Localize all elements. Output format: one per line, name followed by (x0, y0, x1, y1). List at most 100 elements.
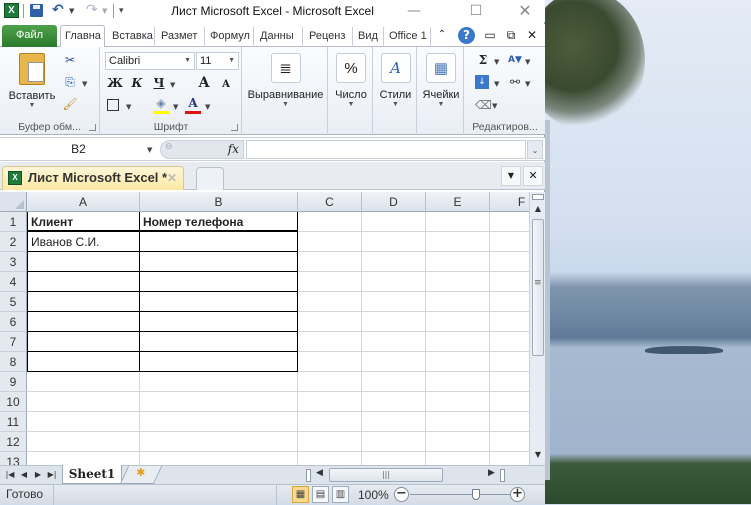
row-header-3[interactable]: 3 (0, 252, 27, 272)
cell-a5[interactable] (27, 292, 140, 312)
row-header-13[interactable]: 13 (0, 452, 27, 465)
insert-function-button[interactable]: fx (228, 142, 239, 156)
cell-d3[interactable] (362, 252, 426, 272)
cell-a4[interactable] (27, 272, 140, 292)
autosum-icon[interactable]: Σ (475, 52, 491, 68)
help-icon[interactable]: ? (458, 27, 475, 44)
insert-sheet-button[interactable]: ✱ (119, 466, 163, 484)
sort-filter-icon[interactable]: A▼ (507, 52, 523, 68)
cell-b3[interactable] (140, 252, 298, 272)
tab-list-dropdown-icon[interactable]: ▼ (501, 166, 521, 186)
tab-file[interactable]: Файл (2, 25, 57, 47)
cell-d2[interactable] (362, 232, 426, 252)
row-header-9[interactable]: 9 (0, 372, 27, 392)
prev-sheet-icon[interactable]: ◀ (18, 468, 30, 482)
row-header-6[interactable]: 6 (0, 312, 27, 332)
cell-d12[interactable] (362, 432, 426, 452)
copy-icon[interactable]: ⎘ (62, 74, 78, 90)
clear-icon[interactable]: ⌫ (475, 97, 492, 113)
cell-c4[interactable] (298, 272, 362, 292)
scroll-left-icon[interactable]: ◀ (316, 468, 323, 478)
name-box[interactable]: B2 (2, 140, 155, 159)
zoom-slider-thumb[interactable] (472, 489, 480, 500)
scroll-down-icon[interactable]: ▼ (530, 448, 546, 462)
cell-d1[interactable] (362, 212, 426, 232)
select-all-button[interactable] (0, 192, 27, 212)
tab-home[interactable]: Главна (60, 25, 105, 48)
cell-f1[interactable] (490, 212, 529, 232)
tab-office[interactable]: Office 1 (385, 27, 431, 47)
scroll-right-icon[interactable]: ▶ (488, 468, 495, 478)
number-button[interactable]: % Число ▼ (329, 53, 373, 108)
cell-a10[interactable] (27, 392, 140, 412)
tab-insert[interactable]: Вставка (108, 27, 155, 47)
cell-b5[interactable] (140, 292, 298, 312)
styles-button[interactable]: A Стили ▼ (374, 53, 417, 108)
doc-minimize-icon[interactable]: ▭ (482, 27, 498, 43)
cell-b9[interactable] (140, 372, 298, 392)
cell-a11[interactable] (27, 412, 140, 432)
cell-a1[interactable]: Клиент (27, 212, 140, 232)
find-select-icon[interactable]: ⚯ (507, 74, 523, 90)
cell-a8[interactable] (27, 352, 140, 372)
font-size-select[interactable]: 11 ▼ (196, 52, 239, 70)
fill-color-dropdown-icon[interactable]: ▼ (173, 103, 178, 111)
column-header-e[interactable]: E (426, 192, 490, 212)
cell-c10[interactable] (298, 392, 362, 412)
cell-c12[interactable] (298, 432, 362, 452)
formula-input[interactable] (246, 140, 526, 159)
fill-dropdown-icon[interactable]: ▼ (494, 80, 499, 88)
fill-icon[interactable]: ↓ (475, 75, 489, 89)
underline-button[interactable]: Ч (151, 75, 167, 91)
cell-c8[interactable] (298, 352, 362, 372)
cell-d9[interactable] (362, 372, 426, 392)
cell-b11[interactable] (140, 412, 298, 432)
expand-formula-bar-icon[interactable]: ⌄ (527, 140, 543, 159)
italic-button[interactable]: К (129, 75, 145, 91)
cell-a7[interactable] (27, 332, 140, 352)
horizontal-scrollbar[interactable]: ◀ ||| ▶ (306, 467, 539, 483)
underline-dropdown-icon[interactable]: ▼ (170, 81, 175, 89)
cell-e6[interactable] (426, 312, 490, 332)
cell-c6[interactable] (298, 312, 362, 332)
cell-d11[interactable] (362, 412, 426, 432)
row-header-2[interactable]: 2 (0, 232, 27, 252)
cell-b1[interactable]: Номер телефона (140, 212, 298, 232)
paste-dropdown-icon[interactable]: ▼ (6, 102, 58, 109)
tab-page-layout[interactable]: Размет (157, 27, 205, 47)
cell-f9[interactable] (490, 372, 529, 392)
cell-a2[interactable]: Иванов С.И. (27, 232, 140, 252)
cell-b13[interactable] (140, 452, 298, 465)
cell-c7[interactable] (298, 332, 362, 352)
font-color-icon[interactable]: A (185, 95, 201, 111)
h-split-handle[interactable] (306, 469, 311, 482)
row-header-7[interactable]: 7 (0, 332, 27, 352)
cell-f2[interactable] (490, 232, 529, 252)
vertical-scrollbar[interactable]: ▲ ▼ (529, 192, 545, 465)
new-document-tab[interactable] (196, 167, 224, 190)
cell-a12[interactable] (27, 432, 140, 452)
maximize-icon[interactable]: ☐ (465, 2, 487, 20)
row-header-8[interactable]: 8 (0, 352, 27, 372)
cell-e13[interactable] (426, 452, 490, 465)
cell-f12[interactable] (490, 432, 529, 452)
autosum-dropdown-icon[interactable]: ▼ (494, 58, 499, 66)
cell-e9[interactable] (426, 372, 490, 392)
cell-d5[interactable] (362, 292, 426, 312)
page-layout-view-button[interactable]: ▤ (312, 486, 329, 503)
cell-f4[interactable] (490, 272, 529, 292)
cell-c2[interactable] (298, 232, 362, 252)
cell-d13[interactable] (362, 452, 426, 465)
doc-restore-icon[interactable]: ⧉ (503, 27, 519, 43)
cell-d4[interactable] (362, 272, 426, 292)
tab-data[interactable]: Данны (256, 27, 303, 47)
document-tab-close-icon[interactable]: ✕ (167, 167, 177, 189)
cell-f3[interactable] (490, 252, 529, 272)
clipboard-launcher-icon[interactable] (89, 124, 96, 131)
first-sheet-icon[interactable]: |◀ (4, 468, 16, 482)
cell-b10[interactable] (140, 392, 298, 412)
collapse-ribbon-icon[interactable]: ⌃ (434, 27, 450, 43)
page-break-view-button[interactable]: ▥ (332, 486, 349, 503)
row-header-12[interactable]: 12 (0, 432, 27, 452)
column-header-d[interactable]: D (362, 192, 426, 212)
